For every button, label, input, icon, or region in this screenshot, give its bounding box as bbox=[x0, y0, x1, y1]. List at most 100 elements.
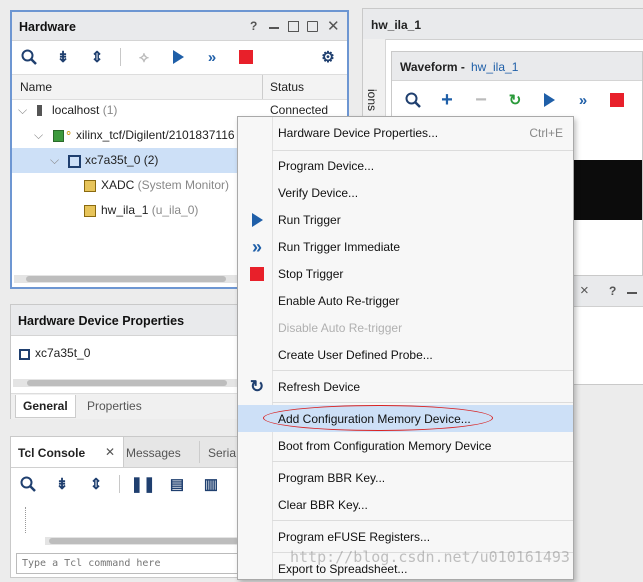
watermark-text: http://blog.csdn.net/u010161493 bbox=[290, 548, 570, 566]
menu-item-label: Boot from Configuration Memory Device bbox=[278, 439, 492, 453]
collapse-all-icon[interactable]: ⇟ bbox=[52, 46, 74, 68]
tab-serial[interactable]: Seria bbox=[208, 446, 236, 460]
menu-item-clear-bbr-key[interactable]: Clear BBR Key... bbox=[238, 491, 573, 518]
add-icon[interactable]: + bbox=[436, 89, 458, 111]
search-icon[interactable] bbox=[17, 473, 39, 495]
tree-name: hw_ila_1 bbox=[101, 203, 149, 217]
menu-item-label: Program Device... bbox=[278, 159, 375, 173]
link-icon: ⚬ bbox=[64, 128, 74, 140]
tree-label: localhost (1) bbox=[52, 98, 117, 123]
close-icon[interactable]: × bbox=[580, 282, 589, 299]
waveform-link[interactable]: hw_ila_1 bbox=[471, 60, 518, 74]
tab-properties[interactable]: Properties bbox=[87, 399, 142, 413]
waveform-canvas[interactable] bbox=[572, 160, 642, 220]
float-icon[interactable] bbox=[307, 21, 318, 32]
refresh-icon: ↻ bbox=[249, 377, 265, 396]
chevron-down-icon[interactable]: ⌵ bbox=[18, 98, 27, 123]
tab-hw-ila-1[interactable]: hw_ila_1 bbox=[371, 18, 421, 32]
menu-separator bbox=[272, 370, 573, 371]
run-trigger-immediate-icon[interactable]: » bbox=[572, 89, 594, 111]
toolbar-separator bbox=[120, 48, 121, 66]
menu-item-label: Run Trigger Immediate bbox=[278, 240, 401, 254]
search-icon[interactable] bbox=[402, 89, 424, 111]
chevron-down-icon[interactable]: ⌵ bbox=[50, 148, 59, 173]
tree-header: Name Status bbox=[12, 74, 347, 100]
run-trigger-immediate-icon: » bbox=[251, 236, 262, 257]
tree-name: XADC bbox=[101, 178, 135, 192]
settings-gear-icon[interactable]: ⚙ bbox=[317, 46, 339, 68]
ila-icon bbox=[84, 205, 96, 217]
board-icon bbox=[53, 130, 64, 142]
menu-item-stop-trigger[interactable]: Stop Trigger bbox=[238, 260, 573, 287]
run-trigger-icon[interactable] bbox=[538, 89, 560, 111]
scrollbar-thumb[interactable] bbox=[49, 538, 239, 544]
remove-icon[interactable]: − bbox=[470, 89, 492, 111]
tab-messages[interactable]: Messages bbox=[126, 446, 181, 460]
side-tab-label[interactable]: ions bbox=[365, 89, 379, 111]
refresh-icon[interactable]: ↻ bbox=[504, 89, 526, 111]
menu-item-label: Program BBR Key... bbox=[278, 471, 386, 485]
stop-trigger-icon bbox=[249, 266, 265, 282]
stop-trigger-icon[interactable] bbox=[235, 46, 257, 68]
help-icon[interactable]: ? bbox=[609, 284, 616, 298]
menu-item-enable-auto-retrigger[interactable]: Enable Auto Re-trigger bbox=[238, 287, 573, 314]
menu-item-boot-from-configuration-memory[interactable]: Boot from Configuration Memory Device bbox=[238, 432, 573, 459]
menu-item-program-bbr-key[interactable]: Program BBR Key... bbox=[238, 464, 573, 491]
auto-connect-icon[interactable]: ⟡ bbox=[133, 46, 155, 68]
menu-item-run-trigger-immediate[interactable]: » Run Trigger Immediate bbox=[238, 233, 573, 260]
run-trigger-immediate-icon[interactable]: » bbox=[201, 46, 223, 68]
menu-item-program-efuse-registers[interactable]: Program eFUSE Registers... bbox=[238, 523, 573, 550]
column-divider bbox=[262, 75, 263, 99]
menu-item-label: Hardware Device Properties... bbox=[278, 126, 439, 140]
menu-item-label: Clear BBR Key... bbox=[278, 498, 368, 512]
close-icon[interactable]: ✕ bbox=[105, 445, 115, 459]
column-name-header[interactable]: Name bbox=[20, 80, 52, 94]
help-icon[interactable]: ? bbox=[250, 19, 257, 33]
tree-label: hw_ila_1 (u_ila_0) bbox=[101, 198, 198, 223]
menu-item-label: Program eFUSE Registers... bbox=[278, 530, 431, 544]
tree-suffix: (2) bbox=[140, 153, 159, 167]
tree-suffix: (u_ila_0) bbox=[148, 203, 199, 217]
menu-separator bbox=[272, 150, 573, 151]
tab-tcl-console[interactable]: Tcl Console ✕ bbox=[11, 437, 124, 467]
chevron-down-icon[interactable]: ⌵ bbox=[34, 123, 43, 148]
minimize-icon[interactable] bbox=[627, 292, 637, 294]
scrollbar-thumb[interactable] bbox=[26, 276, 226, 282]
collapse-all-icon[interactable]: ⇟ bbox=[51, 473, 73, 495]
tree-label: xc7a35t_0 (2) bbox=[85, 148, 158, 173]
scrollbar-thumb[interactable] bbox=[27, 380, 227, 386]
waveform-toolbar: + − ↻ » bbox=[402, 87, 640, 113]
pause-icon[interactable]: ❚❚ bbox=[130, 473, 155, 495]
copy-icon[interactable]: ▤ bbox=[166, 473, 188, 495]
tree-name: xc7a35t_0 bbox=[85, 153, 141, 167]
menu-item-run-trigger[interactable]: Run Trigger bbox=[238, 206, 573, 233]
annotation-oval bbox=[263, 405, 493, 431]
chip-icon bbox=[19, 349, 30, 360]
close-icon[interactable]: ✕ bbox=[327, 17, 340, 35]
expand-all-icon[interactable]: ⇕ bbox=[86, 46, 108, 68]
minimize-icon[interactable] bbox=[269, 27, 279, 29]
menu-item-label: Enable Auto Re-trigger bbox=[278, 294, 400, 308]
expand-all-icon[interactable]: ⇕ bbox=[85, 473, 107, 495]
tree-suffix: (1) bbox=[99, 103, 118, 117]
stop-trigger-icon[interactable] bbox=[606, 89, 628, 111]
search-icon[interactable] bbox=[18, 46, 40, 68]
menu-separator bbox=[272, 461, 573, 462]
menu-item-label: Refresh Device bbox=[278, 380, 361, 394]
ila-tabbar: hw_ila_1 bbox=[363, 9, 643, 40]
table-icon[interactable]: ▥ bbox=[200, 473, 222, 495]
menu-item-hardware-device-properties[interactable]: Hardware Device Properties... Ctrl+E bbox=[238, 119, 573, 146]
tree-suffix: (System Monitor) bbox=[134, 178, 230, 192]
run-trigger-icon[interactable] bbox=[167, 46, 189, 68]
tab-general[interactable]: General bbox=[15, 395, 76, 418]
menu-item-create-user-defined-probe[interactable]: Create User Defined Probe... bbox=[238, 341, 573, 368]
menu-item-refresh-device[interactable]: ↻ Refresh Device bbox=[238, 373, 573, 400]
hardware-panel-header: Hardware ? ✕ bbox=[12, 12, 347, 41]
menu-item-program-device[interactable]: Program Device... bbox=[238, 152, 573, 179]
menu-item-disable-auto-retrigger: Disable Auto Re-trigger bbox=[238, 314, 573, 341]
menu-separator bbox=[272, 520, 573, 521]
tree-label: XADC (System Monitor) bbox=[101, 173, 229, 198]
menu-item-verify-device[interactable]: Verify Device... bbox=[238, 179, 573, 206]
restore-icon[interactable] bbox=[288, 21, 299, 32]
column-status-header[interactable]: Status bbox=[270, 80, 304, 94]
